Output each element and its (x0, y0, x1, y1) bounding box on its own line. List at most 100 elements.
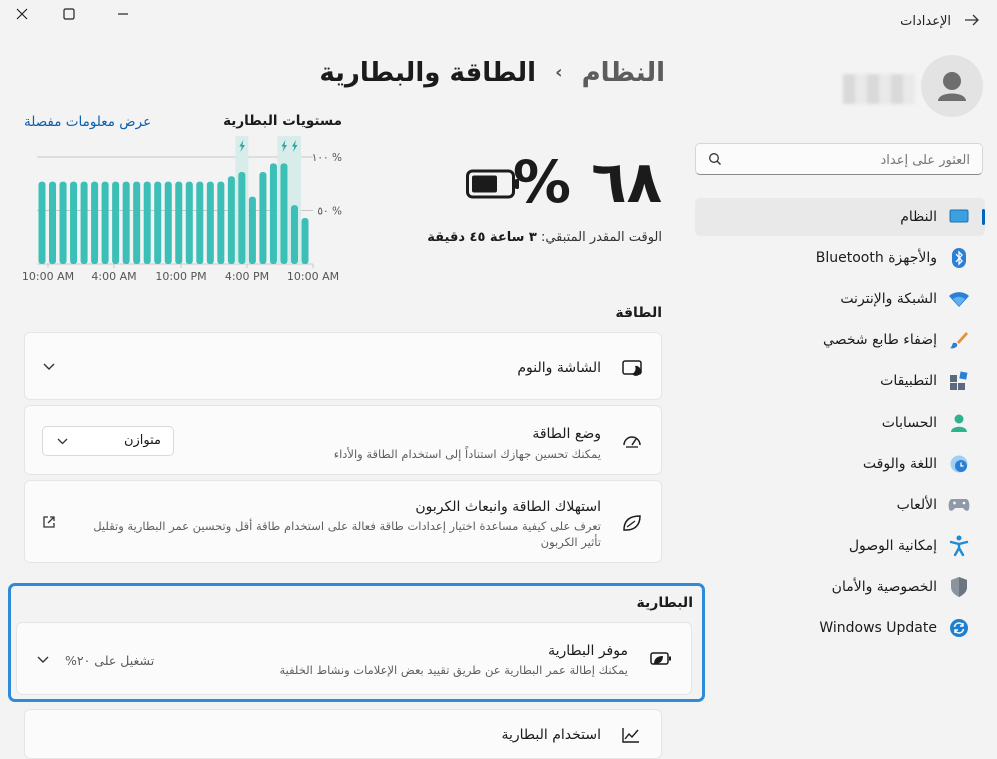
paintbrush-icon (947, 328, 971, 352)
sidebar-item-2[interactable]: الشبكة والإنترنت (695, 280, 985, 318)
remaining-time-label: الوقت المقدر المتبقي: (540, 230, 662, 245)
chart-bar (80, 181, 88, 264)
chart-bar (164, 181, 172, 264)
chart-bar (112, 181, 120, 264)
battery-level-icon (466, 169, 520, 203)
minimize-icon (118, 13, 128, 15)
search-box[interactable] (695, 143, 983, 175)
maximize-window-button[interactable] (54, 0, 84, 28)
x-tick-label: 4:00 PM (225, 270, 269, 283)
shield-icon (947, 575, 971, 599)
system-display-icon (947, 205, 971, 229)
chart-bar (175, 181, 183, 264)
battery-usage-card[interactable]: استخدام البطارية (24, 709, 662, 759)
sidebar-item-9[interactable]: الخصوصية والأمان (695, 568, 985, 606)
external-link-icon[interactable] (42, 515, 56, 529)
sidebar-item-3[interactable]: إضفاء طابع شخصي (695, 321, 985, 359)
battery-saver-icon (650, 652, 671, 665)
user-name-blurred (843, 74, 915, 104)
close-window-button[interactable] (7, 0, 37, 28)
chart-bar (49, 181, 57, 264)
leaf-icon (623, 515, 641, 531)
chevron-down-icon[interactable] (43, 363, 55, 371)
chart-bar (227, 176, 235, 264)
battery-percentage: ٦٨ % (512, 148, 662, 216)
chart-bar (101, 181, 109, 264)
sidebar-item-8[interactable]: إمكانية الوصول (695, 527, 985, 565)
chart-bar (301, 217, 309, 264)
avatar[interactable] (921, 55, 983, 117)
battery-usage-title: استخدام البطارية (501, 727, 601, 743)
chevron-down-icon[interactable] (37, 656, 49, 664)
gamepad-icon (947, 493, 971, 517)
chart-bar (185, 181, 193, 264)
sidebar-item-label: إضفاء طابع شخصي (823, 332, 937, 349)
sidebar-item-7[interactable]: الألعاب (695, 486, 985, 524)
y-tick-label: ٥٠ % (317, 206, 342, 218)
account-icon (947, 411, 971, 435)
chart-bar (196, 181, 204, 264)
breadcrumb-parent[interactable]: النظام (582, 58, 665, 88)
sidebar-item-label: الشبكة والإنترنت (840, 291, 937, 308)
battery-saver-subtitle: يمكنك إطالة عمر البطارية عن طريق تقييد ب… (279, 663, 628, 677)
active-indicator (982, 209, 985, 225)
chart-bar (143, 181, 151, 264)
battery-section-title: البطارية (636, 595, 693, 611)
chart-bar (59, 181, 67, 264)
chart-bar (70, 181, 78, 264)
sidebar-item-1[interactable]: Bluetooth والأجهزة (695, 239, 985, 277)
battery-saver-status: تشغيل على ٢٠% (65, 653, 155, 668)
x-tick-label: 4:00 AM (91, 270, 136, 283)
chart-bar (217, 181, 225, 264)
chart-bar (280, 163, 288, 264)
detailed-info-link[interactable]: عرض معلومات مفصلة (24, 114, 151, 130)
accessibility-icon (947, 534, 971, 558)
chart-bar (259, 171, 267, 264)
chart-bar (290, 205, 298, 264)
sidebar-item-label: اللغة والوقت (862, 455, 937, 472)
maximize-icon (63, 8, 75, 20)
chart-bar (154, 181, 162, 264)
chart-bar (269, 163, 277, 264)
carbon-card[interactable]: استهلاك الطاقة وانبعاث الكربون تعرف على … (24, 480, 662, 563)
screen-sleep-card[interactable]: الشاشة والنوم (24, 332, 662, 400)
chart-bar (91, 181, 99, 264)
windows-update-icon (947, 616, 971, 640)
sidebar-item-label: Windows Update (819, 620, 937, 636)
carbon-subtitle-line1: تعرف على كيفية مساعدة اختيار إعدادات طاق… (93, 519, 601, 533)
screen-sleep-title: الشاشة والنوم (517, 360, 601, 376)
sidebar-item-label: Bluetooth والأجهزة (815, 250, 937, 267)
minimize-window-button[interactable] (108, 0, 138, 28)
app-title: الإعدادات (900, 14, 951, 29)
globe-clock-icon (947, 452, 971, 476)
chevron-down-icon (57, 438, 68, 445)
search-input[interactable] (728, 145, 972, 175)
chart-title: مستويات البطارية (223, 113, 342, 129)
usage-chart-icon (622, 728, 639, 743)
sidebar-item-label: الحسابات (881, 414, 937, 431)
sidebar-item-label: الخصوصية والأمان (831, 578, 937, 595)
sidebar-item-label: الألعاب (896, 496, 937, 513)
breadcrumb-separator: › (555, 62, 563, 83)
y-tick-label: ١٠٠ % (312, 152, 342, 164)
sidebar-item-10[interactable]: Windows Update (695, 609, 985, 647)
user-silhouette-icon (938, 72, 966, 101)
battery-saver-card[interactable]: موفر البطارية يمكنك إطالة عمر البطارية ع… (16, 622, 692, 695)
sidebar-item-4[interactable]: التطبيقات (695, 362, 985, 400)
chart-bar (38, 181, 46, 264)
chart-bar (238, 171, 246, 264)
sidebar-item-0[interactable]: النظام (695, 198, 985, 236)
remaining-time-value: ٣ ساعة ٤٥ دقيقة (427, 230, 537, 245)
bluetooth-icon (947, 246, 971, 270)
wifi-icon (947, 287, 971, 311)
sidebar-item-label: إمكانية الوصول (848, 537, 937, 554)
back-button[interactable] (963, 11, 983, 31)
carbon-subtitle-line2: تأثير الكربون (540, 535, 601, 549)
power-mode-dropdown[interactable]: متوازن (42, 426, 174, 456)
power-mode-icon (623, 436, 641, 448)
battery-levels-chart: ١٠٠ % ٥٠ % 10:00 AM 4:00 AM 10:00 PM 4:00 PM 1… (22, 136, 342, 283)
x-tick-label: 10:00 AM (22, 270, 74, 283)
sidebar-item-5[interactable]: الحسابات (695, 404, 985, 442)
sidebar-item-6[interactable]: اللغة والوقت (695, 445, 985, 483)
power-section-title: الطاقة (615, 305, 662, 321)
